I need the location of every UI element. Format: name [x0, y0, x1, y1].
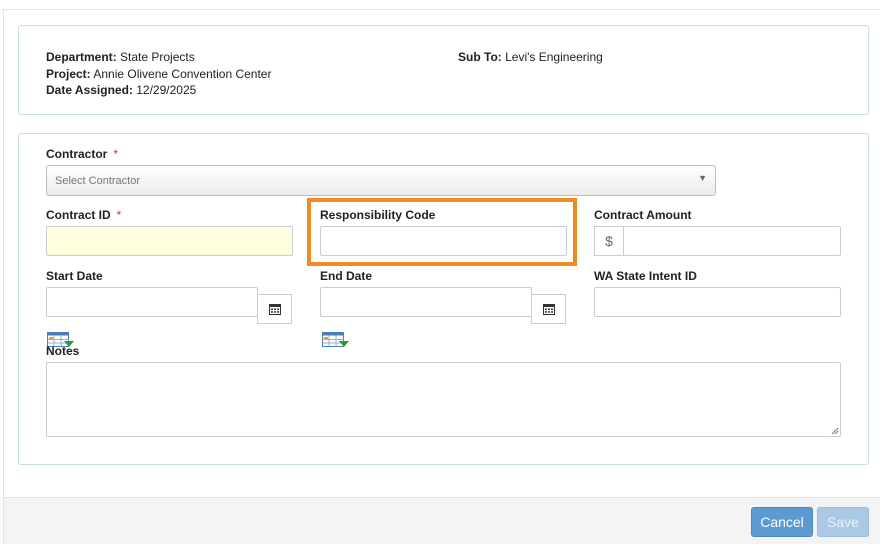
table-grid-icon[interactable] — [322, 332, 350, 348]
currency-addon: $ — [594, 226, 624, 256]
chevron-down-icon: ▼ — [698, 173, 707, 183]
contract-id-label-text: Contract ID — [46, 208, 111, 222]
cancel-button[interactable]: Cancel — [751, 507, 813, 537]
department-label: Department: — [46, 50, 117, 64]
end-date-calendar-button[interactable] — [531, 294, 566, 324]
contractor-label-text: Contractor — [46, 147, 108, 161]
contract-amount-input[interactable] — [623, 226, 841, 256]
calendar-icon — [268, 304, 281, 315]
project-value: Annie Olivene Convention Center — [93, 67, 272, 81]
required-indicator: * — [113, 147, 119, 161]
dialog-footer — [4, 497, 880, 544]
contract-amount-label: Contract Amount — [594, 208, 692, 222]
sub-to-value: Levi's Engineering — [505, 50, 603, 64]
save-button[interactable]: Save — [817, 507, 869, 537]
end-date-label: End Date — [320, 269, 373, 283]
responsibility-code-input[interactable] — [320, 226, 567, 256]
contractor-label: Contractor * — [46, 147, 118, 161]
sub-to-label: Sub To: — [458, 50, 502, 64]
project-line: Project: Annie Olivene Convention Center — [46, 66, 271, 82]
department-line: Department: State Projects — [46, 49, 195, 65]
sub-to-line: Sub To: Levi's Engineering — [458, 49, 603, 65]
contract-id-input[interactable] — [46, 226, 293, 256]
date-assigned-value: 12/29/2025 — [136, 83, 197, 97]
project-label: Project: — [46, 67, 91, 81]
contractor-placeholder: Select Contractor — [55, 175, 140, 187]
start-date-calendar-button[interactable] — [257, 294, 292, 324]
wa-state-intent-input[interactable] — [594, 287, 841, 317]
end-date-input[interactable] — [320, 287, 532, 317]
wa-state-intent-label: WA State Intent ID — [594, 269, 697, 283]
required-indicator: * — [116, 208, 122, 222]
contractor-select[interactable]: Select Contractor ▼ — [46, 165, 716, 196]
resize-grip-icon[interactable] — [831, 427, 839, 435]
contract-id-label: Contract ID * — [46, 208, 121, 222]
responsibility-code-label: Responsibility Code — [320, 208, 436, 222]
department-value: State Projects — [120, 50, 195, 64]
notes-label: Notes — [46, 344, 80, 358]
date-assigned-line: Date Assigned: 12/29/2025 — [46, 82, 196, 98]
notes-textarea[interactable] — [46, 362, 841, 437]
dollar-icon: $ — [605, 233, 613, 249]
calendar-icon — [542, 304, 555, 315]
start-date-input[interactable] — [46, 287, 258, 317]
start-date-label: Start Date — [46, 269, 103, 283]
date-assigned-label: Date Assigned: — [46, 83, 133, 97]
